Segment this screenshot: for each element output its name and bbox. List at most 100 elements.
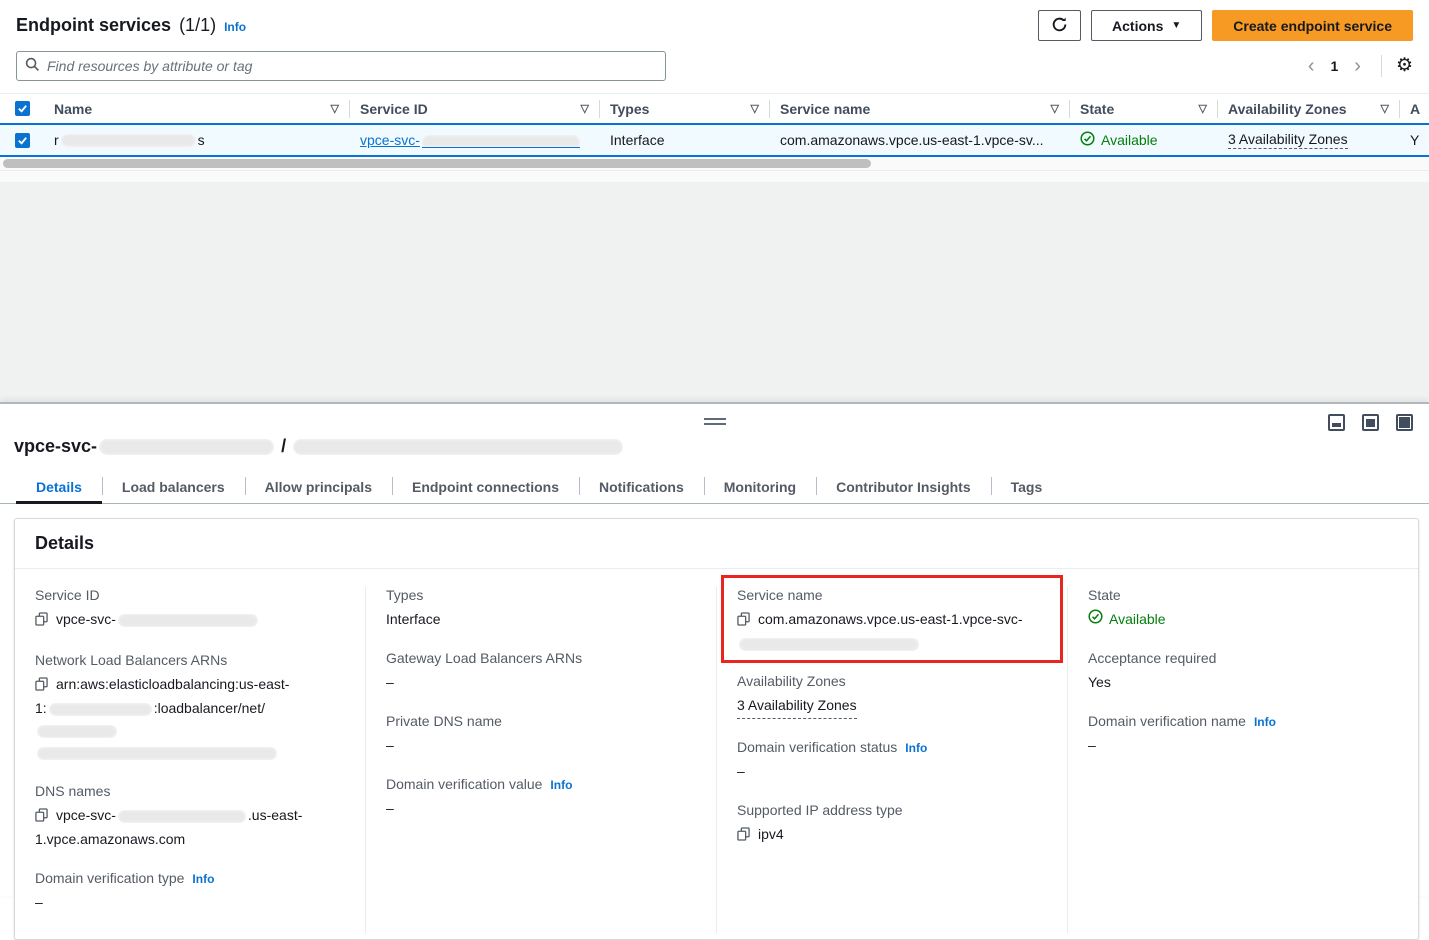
- info-link[interactable]: Info: [905, 741, 927, 755]
- tab-notifications[interactable]: Notifications: [579, 471, 704, 503]
- row-name-cell: rs: [44, 132, 350, 148]
- field-domain-verification-type: Domain verification typeInfo –: [35, 870, 345, 913]
- tab-endpoint-connections[interactable]: Endpoint connections: [392, 471, 579, 503]
- detail-split-panel: vpce-svc- / Details Load balancers Allow…: [0, 402, 1429, 896]
- copy-icon[interactable]: [737, 825, 750, 847]
- field-types: Types Interface: [386, 587, 696, 630]
- details-card: Details Service ID vpce-svc- Network Loa…: [14, 518, 1419, 940]
- redacted-text: [739, 638, 919, 651]
- field-gateway-arns: Gateway Load Balancers ARNs –: [386, 650, 696, 693]
- check-circle-icon: [1088, 608, 1103, 630]
- panel-title: vpce-svc- /: [0, 404, 1429, 457]
- field-state: State Available: [1088, 587, 1398, 630]
- row-state-status: Available: [1080, 131, 1158, 149]
- background-area: [0, 182, 1429, 402]
- preferences-gear-icon[interactable]: ⚙: [1396, 56, 1413, 76]
- tab-contributor-insights[interactable]: Contributor Insights: [816, 471, 991, 503]
- info-link[interactable]: Info: [192, 872, 214, 886]
- previous-page-button[interactable]: ‹: [1302, 56, 1321, 76]
- details-column-4: State Available Acceptance required Yes: [1068, 587, 1418, 933]
- redacted-text: [37, 725, 117, 738]
- redacted-text: [293, 439, 623, 455]
- tab-load-balancers[interactable]: Load balancers: [102, 471, 245, 503]
- search-box[interactable]: [16, 51, 666, 81]
- copy-icon[interactable]: [35, 806, 48, 828]
- page-number[interactable]: 1: [1326, 58, 1342, 74]
- info-link[interactable]: Info: [550, 778, 572, 792]
- filter-icon[interactable]: ▽: [751, 102, 759, 115]
- refresh-button[interactable]: [1038, 10, 1081, 41]
- panel-position-full-icon[interactable]: [1396, 414, 1413, 431]
- table-row[interactable]: rs vpce-svc- Interface com.amazonaws.vpc…: [0, 123, 1429, 157]
- check-circle-icon: [1080, 131, 1095, 149]
- redacted-text: [49, 703, 152, 716]
- redacted-text: [99, 439, 274, 455]
- next-page-button[interactable]: ›: [1348, 56, 1367, 76]
- divider: [1381, 55, 1382, 77]
- title-info-link[interactable]: Info: [224, 20, 246, 34]
- horizontal-scrollbar[interactable]: [0, 157, 1429, 170]
- table-header-row: Name ▽ Service ID ▽ Types ▽ Service name ▽ S…: [0, 93, 1429, 123]
- redacted-text: [422, 135, 580, 148]
- field-dns-names: DNS names vpce-svc-.us-east-1.vpce.amazo…: [35, 783, 345, 850]
- chevron-down-icon: ▼: [1171, 20, 1181, 31]
- row-acceptance-cell: Y: [1400, 132, 1429, 148]
- column-header-acceptance[interactable]: A: [1410, 101, 1420, 117]
- copy-icon[interactable]: [35, 610, 48, 632]
- actions-button[interactable]: Actions ▼: [1091, 10, 1202, 41]
- service-id-link[interactable]: vpce-svc-: [360, 132, 582, 148]
- page-title: Endpoint services: [16, 15, 171, 36]
- row-types-cell: Interface: [600, 132, 770, 148]
- filter-icon[interactable]: ▽: [331, 102, 339, 115]
- refresh-icon: [1051, 16, 1068, 36]
- availability-zones-popover-trigger[interactable]: 3 Availability Zones: [1228, 131, 1348, 149]
- search-input[interactable]: [47, 58, 657, 74]
- panel-position-split-icon[interactable]: [1362, 414, 1379, 431]
- details-column-2: Types Interface Gateway Load Balancers A…: [366, 587, 717, 933]
- field-availability-zones: Availability Zones 3 Availability Zones: [737, 673, 1047, 719]
- field-supported-ip: Supported IP address type ipv4: [737, 802, 1047, 847]
- column-header-state[interactable]: State: [1080, 101, 1114, 117]
- state-status: Available: [1088, 608, 1398, 630]
- field-domain-verification-status: Domain verification statusInfo –: [737, 739, 1047, 782]
- field-nlb-arns: Network Load Balancers ARNs arn:aws:elas…: [35, 652, 345, 763]
- field-domain-verification-value: Domain verification valueInfo –: [386, 776, 696, 819]
- panel-position-bottom-icon[interactable]: [1328, 414, 1345, 431]
- scrollbar-thumb[interactable]: [3, 159, 871, 168]
- redacted-text: [61, 134, 196, 147]
- tab-monitoring[interactable]: Monitoring: [704, 471, 816, 503]
- info-link[interactable]: Info: [1254, 715, 1276, 729]
- endpoint-services-list-section: Endpoint services (1/1) Info Actions ▼ C…: [0, 0, 1429, 402]
- field-service-id: Service ID vpce-svc-: [35, 587, 345, 632]
- tab-details[interactable]: Details: [16, 471, 102, 503]
- field-acceptance-required: Acceptance required Yes: [1088, 650, 1398, 693]
- tab-allow-principals[interactable]: Allow principals: [245, 471, 392, 503]
- filter-icon[interactable]: ▽: [1051, 102, 1059, 115]
- row-checkbox[interactable]: [15, 133, 30, 148]
- redacted-text: [118, 614, 258, 627]
- field-service-name-highlighted: Service name com.amazonaws.vpce.us-east-…: [721, 575, 1063, 663]
- tab-tags[interactable]: Tags: [991, 471, 1063, 503]
- availability-zones-popover-trigger[interactable]: 3 Availability Zones: [737, 694, 857, 719]
- details-column-1: Service ID vpce-svc- Network Load Balanc…: [15, 587, 366, 933]
- panel-resize-handle[interactable]: [704, 418, 726, 425]
- column-header-service-name[interactable]: Service name: [780, 101, 870, 117]
- filter-icon[interactable]: ▽: [1199, 102, 1207, 115]
- select-all-checkbox[interactable]: [15, 101, 30, 116]
- column-header-service-id[interactable]: Service ID: [360, 101, 428, 117]
- search-icon: [25, 57, 40, 75]
- resource-count: (1/1): [179, 15, 216, 36]
- endpoint-services-table: Name ▽ Service ID ▽ Types ▽ Service name ▽ S…: [0, 93, 1429, 170]
- divider: [0, 170, 1429, 182]
- copy-icon[interactable]: [737, 610, 750, 632]
- create-endpoint-service-button[interactable]: Create endpoint service: [1212, 10, 1413, 41]
- filter-icon[interactable]: ▽: [581, 102, 589, 115]
- column-header-name[interactable]: Name: [54, 101, 92, 117]
- field-private-dns-name: Private DNS name –: [386, 713, 696, 756]
- column-header-types[interactable]: Types: [610, 101, 649, 117]
- column-header-availability-zones[interactable]: Availability Zones: [1228, 101, 1347, 117]
- filter-icon[interactable]: ▽: [1381, 102, 1389, 115]
- field-domain-verification-name: Domain verification nameInfo –: [1088, 713, 1398, 756]
- copy-icon[interactable]: [35, 675, 48, 697]
- redacted-text: [118, 810, 246, 823]
